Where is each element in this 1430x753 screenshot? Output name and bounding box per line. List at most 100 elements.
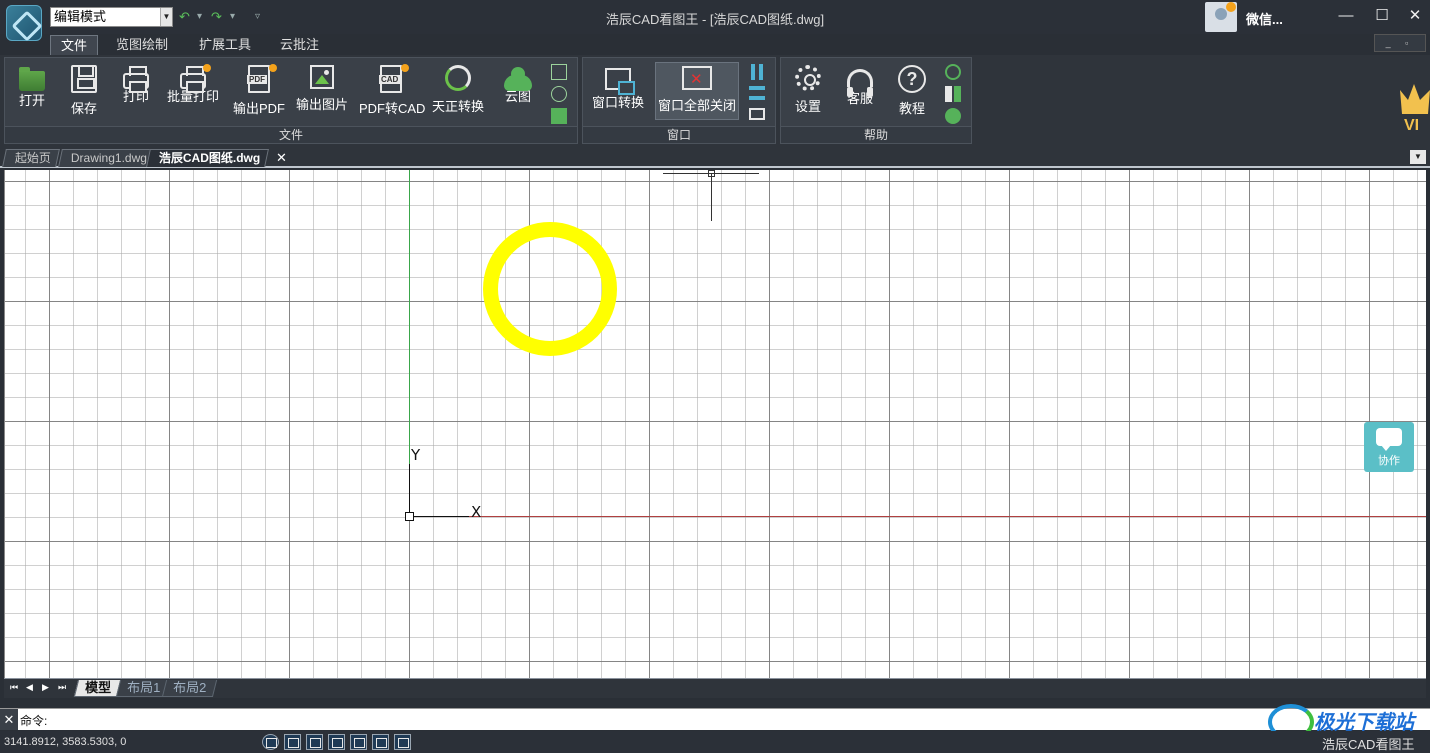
info-icon[interactable] bbox=[945, 108, 961, 124]
new-badge-icon bbox=[203, 64, 211, 72]
export-pdf-button[interactable]: PDF 输出PDF bbox=[231, 62, 287, 120]
settings-label: 设置 bbox=[794, 99, 821, 114]
open-button[interactable]: 打开 bbox=[9, 62, 55, 120]
minimize-button[interactable]: — bbox=[1336, 6, 1356, 26]
export-image-button[interactable]: 输出图片 bbox=[293, 62, 351, 120]
close-all-windows-label: 窗口全部关闭 bbox=[657, 98, 736, 113]
tab-layout1-label: 布局1 bbox=[127, 680, 161, 695]
tab-layout2-label: 布局2 bbox=[173, 680, 207, 695]
update-icon[interactable] bbox=[945, 64, 961, 80]
ortho-circle-icon[interactable] bbox=[262, 734, 279, 750]
customer-service-button[interactable]: 客服 bbox=[837, 62, 883, 120]
fullscreen-icon[interactable] bbox=[394, 734, 411, 750]
cursor-crosshair-vertical bbox=[711, 173, 712, 221]
vip-badge-icon bbox=[1226, 2, 1236, 12]
window-switch-button[interactable]: 窗口转换 bbox=[587, 62, 649, 120]
ucs-origin-box bbox=[405, 512, 414, 521]
status-bar: 3141.8912, 3583.5303, 0 浩辰CAD看图王 bbox=[0, 731, 1430, 753]
vip-label: VI bbox=[1404, 117, 1419, 134]
close-tab-icon[interactable]: ✕ bbox=[276, 150, 287, 166]
chat-bubble-icon bbox=[1376, 428, 1402, 451]
ribbon-group-file: 打开 保存 打印 批量打印 PDF 输出PDF 输出图片 CAD PDF转CAD bbox=[4, 57, 578, 144]
tab-file[interactable]: 文件 bbox=[50, 35, 99, 55]
grid-toggle-icon[interactable] bbox=[284, 734, 301, 750]
tab-current-drawing-label: 浩辰CAD图纸.dwg bbox=[158, 151, 261, 165]
close-button[interactable]: ✕ bbox=[1405, 6, 1425, 26]
vip-crown-icon[interactable]: VI bbox=[1398, 78, 1430, 134]
tangent-convert-button[interactable]: 天正转换 bbox=[429, 62, 487, 120]
mirror-icon[interactable] bbox=[372, 734, 389, 750]
save-disk-icon bbox=[71, 65, 97, 93]
tile-horizontal-icon[interactable] bbox=[749, 86, 765, 100]
window-switch-icon bbox=[605, 68, 635, 95]
collaborate-button[interactable]: 协作 bbox=[1364, 422, 1414, 472]
help-icon: ? bbox=[898, 65, 926, 93]
image-export-icon bbox=[310, 65, 334, 89]
close-command-line-icon[interactable]: ✕ bbox=[0, 709, 18, 730]
pdf-export-icon: PDF bbox=[247, 65, 270, 93]
zoom-icon[interactable] bbox=[306, 734, 323, 750]
layout-tab-bar: ⏮ ◀ ▶ ⏭ 模型 布局1 布局2 bbox=[4, 678, 1426, 698]
tab-model-label: 模型 bbox=[85, 680, 112, 695]
headset-icon bbox=[847, 69, 873, 97]
ribbon-group-window: 窗口转换 窗口全部关闭 窗口 bbox=[582, 57, 776, 144]
last-layout-icon[interactable]: ⏭ bbox=[58, 682, 66, 693]
prev-layout-icon[interactable]: ◀ bbox=[26, 682, 33, 693]
new-file-icon[interactable] bbox=[551, 64, 567, 80]
command-line[interactable]: ✕ 命令: bbox=[0, 708, 1430, 730]
maximize-button[interactable]: ☐ bbox=[1372, 6, 1392, 26]
tutorial-label: 教程 bbox=[898, 101, 925, 116]
cascade-icon[interactable] bbox=[749, 108, 765, 120]
next-layout-icon[interactable]: ▶ bbox=[42, 682, 49, 693]
tab-start-page[interactable]: 起始页 bbox=[2, 149, 60, 167]
command-prompt: 命令: bbox=[20, 714, 48, 728]
ortho-mode-icon[interactable] bbox=[328, 734, 345, 750]
tab-drawing1[interactable]: Drawing1.dwg bbox=[58, 149, 156, 167]
cad-tag: CAD bbox=[379, 75, 401, 84]
tab-current-drawing[interactable]: 浩辰CAD图纸.dwg bbox=[146, 149, 270, 167]
close-all-windows-button[interactable]: 窗口全部关闭 bbox=[655, 62, 739, 120]
cloud-icon bbox=[504, 67, 532, 91]
pdf-to-cad-button[interactable]: CAD PDF转CAD bbox=[359, 62, 425, 120]
cursor-pickbox bbox=[708, 170, 715, 177]
ucs-y-line bbox=[409, 464, 410, 516]
ribbon-group-window-label: 窗口 bbox=[583, 126, 775, 143]
new-badge-icon bbox=[401, 64, 409, 72]
brand-name: 浩辰CAD看图王 bbox=[1322, 737, 1415, 752]
document-window-controls[interactable]: _ ▫ ✕ bbox=[1374, 34, 1426, 64]
export-pdf-label: 输出PDF bbox=[232, 101, 285, 116]
tile-vertical-icon[interactable] bbox=[751, 64, 763, 80]
tab-view-draw[interactable]: 览图绘制 bbox=[106, 35, 178, 55]
cloud-button[interactable]: 云图 bbox=[495, 62, 541, 120]
batch-print-button[interactable]: 批量打印 bbox=[163, 62, 223, 120]
layer-icon[interactable] bbox=[551, 86, 567, 102]
yellow-ring-entity[interactable] bbox=[483, 222, 617, 356]
save-label: 保存 bbox=[70, 101, 97, 116]
tab-model[interactable]: 模型 bbox=[73, 680, 123, 697]
new-badge-icon bbox=[269, 64, 277, 72]
document-tab-strip: 起始页 Drawing1.dwg 浩辰CAD图纸.dwg bbox=[0, 146, 1430, 168]
tangent-convert-icon bbox=[445, 65, 471, 91]
printer-icon bbox=[123, 66, 149, 93]
print-button[interactable]: 打印 bbox=[113, 62, 159, 120]
snap-crosshair-icon[interactable] bbox=[350, 734, 367, 750]
ribbon-group-file-label: 文件 bbox=[5, 126, 577, 143]
ucs-icon: Y X bbox=[405, 446, 489, 530]
tab-list-dropdown-icon[interactable]: ▼ bbox=[1410, 150, 1426, 164]
save-button[interactable]: 保存 bbox=[61, 62, 107, 120]
user-name[interactable]: 微信... bbox=[1246, 9, 1283, 28]
settings-button[interactable]: 设置 bbox=[785, 62, 831, 120]
apps-icon[interactable] bbox=[945, 86, 961, 102]
ribbon: 打开 保存 打印 批量打印 PDF 输出PDF 输出图片 CAD PDF转CAD bbox=[0, 55, 1430, 146]
drawing-canvas[interactable]: Y X bbox=[4, 170, 1426, 678]
x-axis-line bbox=[410, 516, 1426, 517]
share-icon[interactable] bbox=[551, 108, 567, 124]
tab-extend-tools[interactable]: 扩展工具 bbox=[189, 35, 261, 55]
tab-cloud-annotate[interactable]: 云批注 bbox=[270, 35, 329, 55]
customer-service-label: 客服 bbox=[846, 91, 873, 106]
tutorial-button[interactable]: ? 教程 bbox=[889, 62, 935, 120]
first-layout-icon[interactable]: ⏮ bbox=[10, 682, 18, 693]
title-bar: 编辑模式 ▼ ↶ ▾ ↷ ▾ ▿ 浩辰CAD看图王 - [浩辰CAD图纸.dwg… bbox=[0, 0, 1430, 41]
tab-layout2[interactable]: 布局2 bbox=[161, 680, 218, 697]
window-close-all-icon bbox=[682, 66, 712, 90]
